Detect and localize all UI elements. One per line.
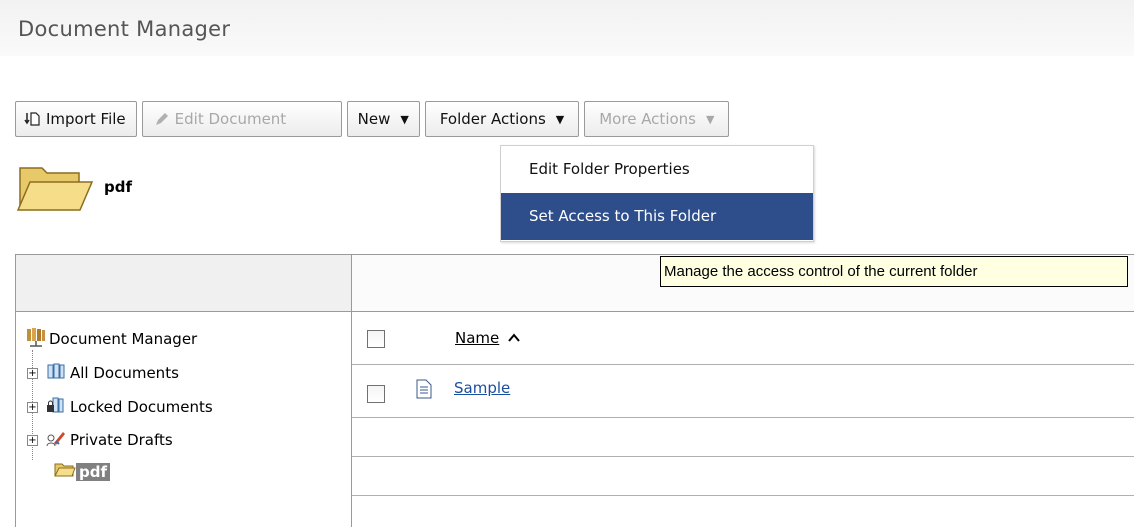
chevron-down-icon: ▼ <box>705 112 715 126</box>
more-actions-button[interactable]: More Actions ▼ <box>584 101 730 137</box>
import-icon <box>24 111 40 127</box>
table-row <box>352 418 1134 457</box>
more-actions-label: More Actions <box>599 110 696 128</box>
tree-item-private-drafts[interactable]: + Private Drafts <box>27 429 173 451</box>
open-folder-icon <box>16 162 96 218</box>
document-manager-icon <box>25 326 47 352</box>
tooltip: Manage the access control of the current… <box>660 256 1128 287</box>
document-link[interactable]: Sample <box>454 379 510 397</box>
locked-library-icon <box>46 396 66 418</box>
expand-icon[interactable]: + <box>27 401 38 413</box>
menu-item-set-access[interactable]: Set Access to This Folder <box>501 193 813 240</box>
edit-document-label: Edit Document <box>174 110 287 128</box>
folder-actions-menu: Edit Folder Properties Set Access to Thi… <box>500 145 814 242</box>
expand-icon[interactable]: + <box>27 434 38 446</box>
tree-item-pdf[interactable]: pdf <box>54 462 111 482</box>
title-bar: Document Manager <box>0 0 1134 56</box>
tree-root[interactable]: Document Manager <box>25 326 197 352</box>
edit-document-button[interactable]: Edit Document <box>141 101 342 137</box>
chevron-down-icon: ▼ <box>555 112 565 126</box>
table-row: Sample <box>352 365 1134 418</box>
table-row <box>352 457 1134 496</box>
menu-item-edit-folder-properties[interactable]: Edit Folder Properties <box>501 146 813 193</box>
tree-item-label: pdf <box>76 463 111 481</box>
current-folder-name: pdf <box>104 178 133 196</box>
document-list: Name Sample <box>352 312 1134 527</box>
tree-item-label: Private Drafts <box>70 431 173 449</box>
sort-ascending-icon <box>508 329 520 347</box>
toolbar: Import File Edit Document New ▼ Folder A… <box>15 101 730 141</box>
new-label: New <box>357 110 391 128</box>
library-icon <box>46 362 66 384</box>
open-folder-icon <box>54 462 76 482</box>
tree-item-all-documents[interactable]: + All Documents <box>27 362 179 384</box>
content-panel: Document Manager + All Documents + Locke… <box>15 254 1134 527</box>
chevron-down-icon: ▼ <box>400 112 409 126</box>
tree-item-label: All Documents <box>70 364 179 382</box>
tree-item-locked-documents[interactable]: + Locked Documents <box>27 396 213 418</box>
pencil-icon <box>153 111 169 127</box>
folder-actions-label: Folder Actions <box>439 110 546 128</box>
name-column-header[interactable]: Name <box>455 329 520 347</box>
private-drafts-icon <box>46 429 66 451</box>
select-all-checkbox[interactable] <box>367 330 385 348</box>
import-file-button[interactable]: Import File <box>15 101 137 137</box>
name-column-label: Name <box>455 329 500 347</box>
tree-root-label: Document Manager <box>49 330 198 348</box>
tree-header <box>16 255 352 312</box>
import-file-label: Import File <box>46 110 126 128</box>
tree-item-label: Locked Documents <box>70 398 213 416</box>
document-icon <box>416 379 432 403</box>
folder-tree: Document Manager + All Documents + Locke… <box>16 312 352 527</box>
page-title: Document Manager <box>18 17 231 41</box>
new-button[interactable]: New ▼ <box>346 101 420 137</box>
folder-actions-button[interactable]: Folder Actions ▼ <box>424 101 580 137</box>
row-checkbox[interactable] <box>367 385 385 403</box>
expand-icon[interactable]: + <box>27 367 38 379</box>
current-folder-header: pdf <box>16 162 132 218</box>
list-header-row: Name <box>352 312 1134 365</box>
